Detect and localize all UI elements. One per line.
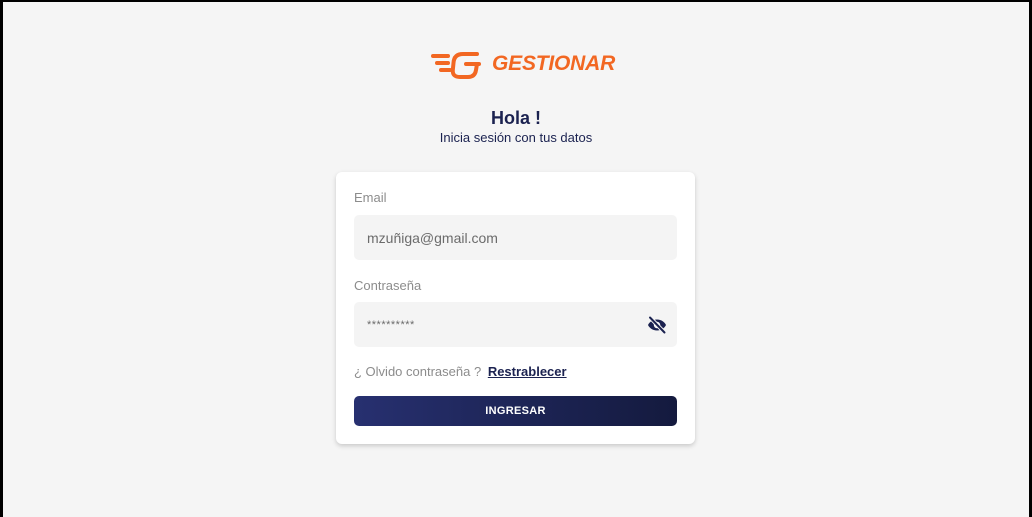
brand-logo: GESTIONAR [430,47,615,81]
forgot-password-text: ¿ Olvido contraseña ? [354,364,482,379]
email-field[interactable] [354,215,677,260]
brand-name: GESTIONAR [492,52,616,75]
password-label: Contraseña [354,278,422,293]
email-label: Email [354,190,387,205]
eye-slash-icon[interactable] [646,315,668,335]
forgot-password-row: ¿ Olvido contraseña ? Restrablecer [354,364,567,379]
reset-password-link[interactable]: Restrablecer [488,364,567,379]
winged-g-logo-icon [431,52,481,79]
page-subtitle: Inicia sesión con tus datos [439,130,593,145]
password-value: ********** [367,319,415,331]
login-card: Email Contraseña ********** ¿ Olvido con… [336,172,695,444]
login-page: GESTIONAR Hola ! Inicia sesión con tus d… [3,2,1029,517]
page-title: Hola ! [490,108,541,128]
login-button[interactable]: INGRESAR [354,396,677,426]
